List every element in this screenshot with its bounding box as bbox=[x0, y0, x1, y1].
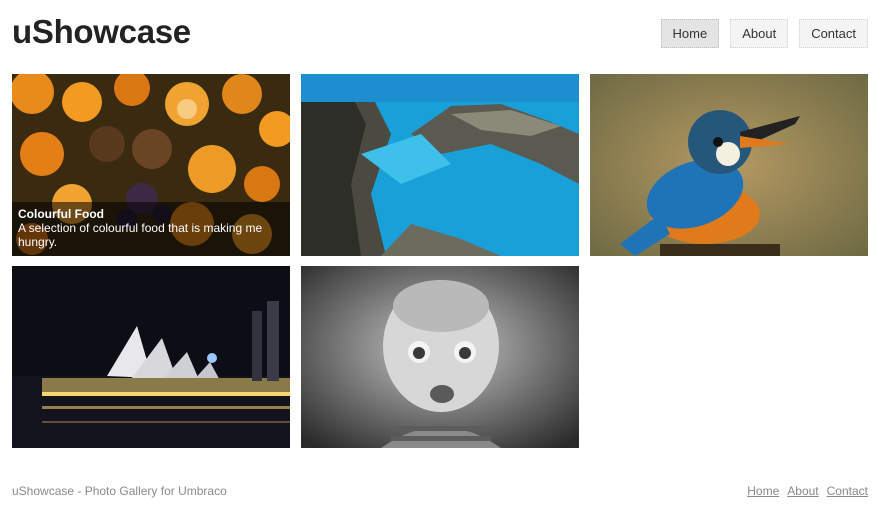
gallery-tile-baby-portrait[interactable] bbox=[301, 266, 579, 448]
nav-home-button[interactable]: Home bbox=[660, 19, 720, 48]
main-nav: Home About Contact bbox=[660, 19, 868, 48]
gallery-tile-sydney-opera-house[interactable] bbox=[12, 266, 290, 448]
baby-portrait-photo bbox=[301, 266, 579, 448]
tile-caption: Colourful Food A selection of colourful … bbox=[12, 202, 290, 256]
site-logo[interactable]: uShowcase bbox=[12, 12, 191, 52]
gallery-tile-kingfisher[interactable] bbox=[590, 74, 868, 256]
gallery-tile-colourful-food[interactable]: Colourful Food A selection of colourful … bbox=[12, 74, 290, 256]
nav-contact-button[interactable]: Contact bbox=[799, 19, 868, 48]
kingfisher-photo bbox=[590, 74, 868, 256]
tile-title: Colourful Food bbox=[18, 207, 104, 221]
footer-contact-link[interactable]: Contact bbox=[827, 484, 868, 498]
coastal-cliffs-photo bbox=[301, 74, 579, 256]
footer-nav: Home About Contact bbox=[747, 484, 868, 498]
footer-credit: uShowcase - Photo Gallery for Umbraco bbox=[12, 484, 227, 498]
footer-about-link[interactable]: About bbox=[787, 484, 818, 498]
sydney-opera-house-photo bbox=[12, 266, 290, 448]
footer-home-link[interactable]: Home bbox=[747, 484, 779, 498]
tile-description: A selection of colourful food that is ma… bbox=[18, 221, 263, 249]
nav-about-button[interactable]: About bbox=[730, 19, 789, 48]
gallery-tile-coastal-cliffs[interactable] bbox=[301, 74, 579, 256]
